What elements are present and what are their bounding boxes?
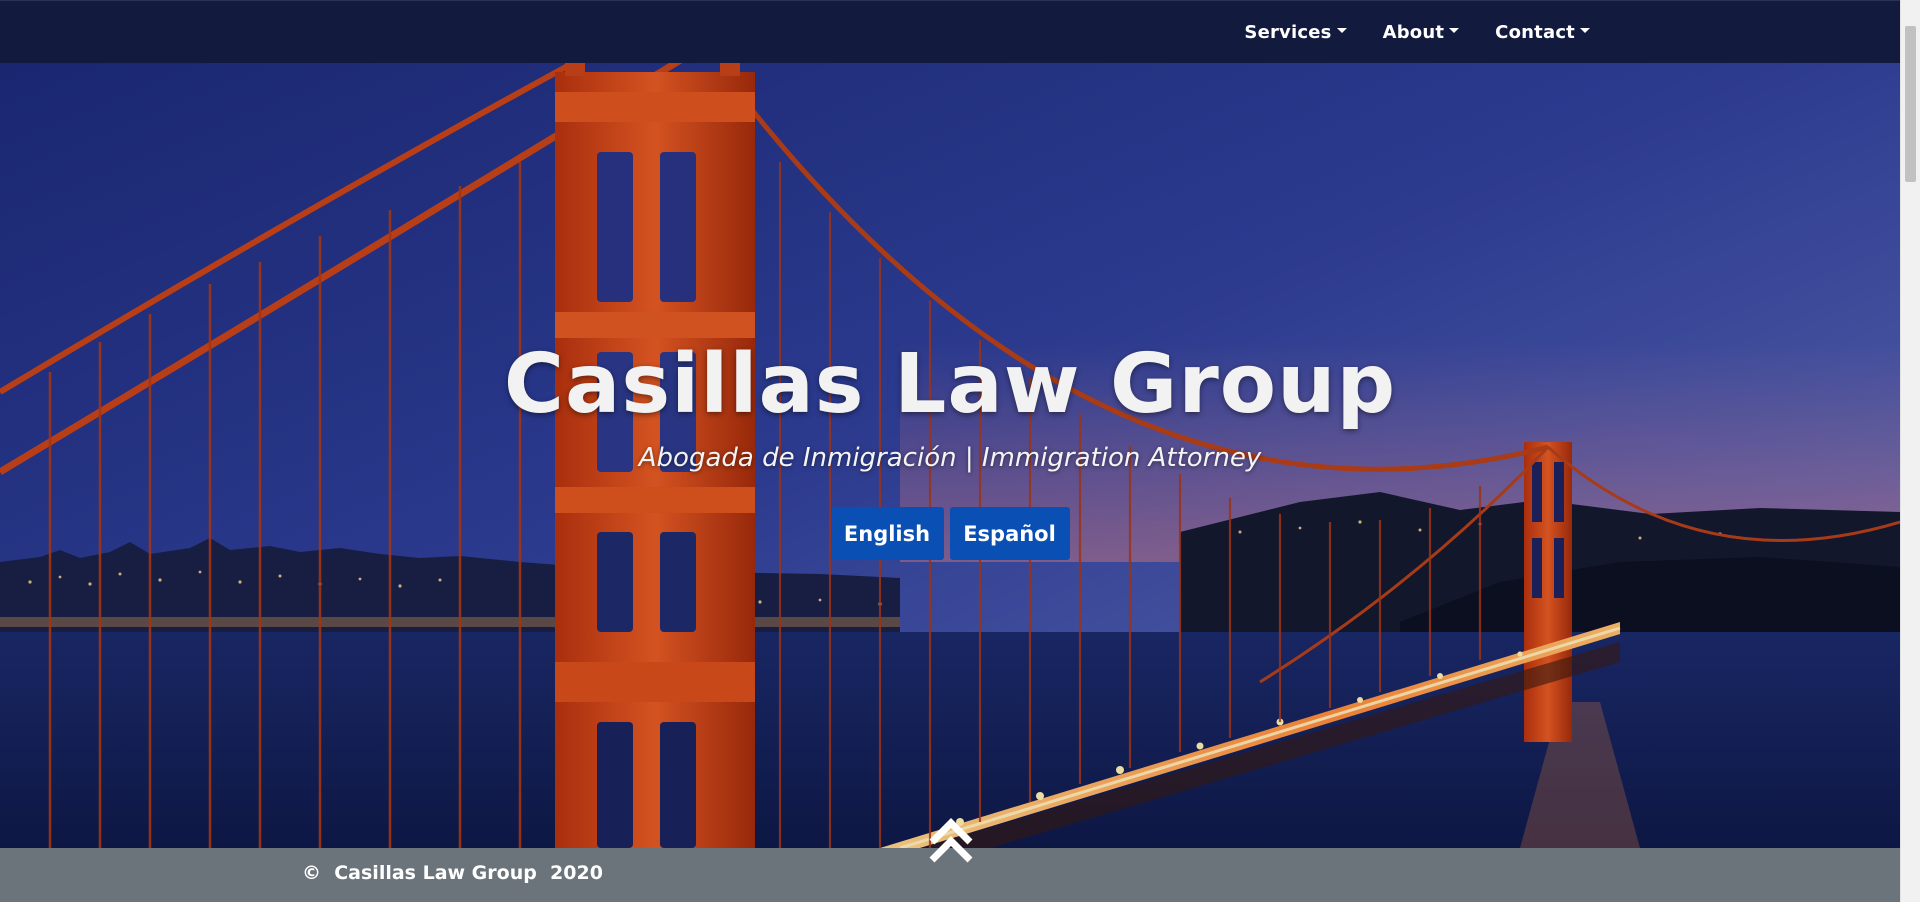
hero-subtitle: Abogada de Inmigración | Immigration Att… [638,443,1262,473]
double-chevron-up-icon[interactable] [926,812,976,868]
footer-copyright: © Casillas Law Group 2020 [302,862,603,884]
top-navbar: Services About Contact [0,0,1900,63]
nav-item-contact[interactable]: Contact [1495,22,1590,43]
page: Services About Contact Casillas Law Grou… [0,0,1920,902]
caret-down-icon [1336,27,1347,33]
caret-down-icon [1580,27,1590,33]
scrollbar-thumb[interactable] [1905,26,1916,182]
nav-item-services[interactable]: Services [1244,21,1347,43]
nav-item-about[interactable]: About [1383,22,1460,43]
hero-title: Casillas Law Group [503,337,1397,432]
nav-item-label: About [1382,21,1445,43]
english-button[interactable]: English [830,507,944,560]
hero-section: Casillas Law Group Abogada de Inmigració… [0,62,1900,848]
vertical-scrollbar[interactable] [1900,0,1920,902]
language-buttons: English Español [0,507,1900,560]
caret-down-icon [1449,27,1460,33]
nav-item-label: Contact [1495,21,1575,43]
nav-menu: Services About Contact [1244,1,1590,63]
espanol-button[interactable]: Español [949,507,1070,560]
nav-item-label: Services [1244,21,1332,43]
hero-content: Casillas Law Group Abogada de Inmigració… [0,62,1900,848]
